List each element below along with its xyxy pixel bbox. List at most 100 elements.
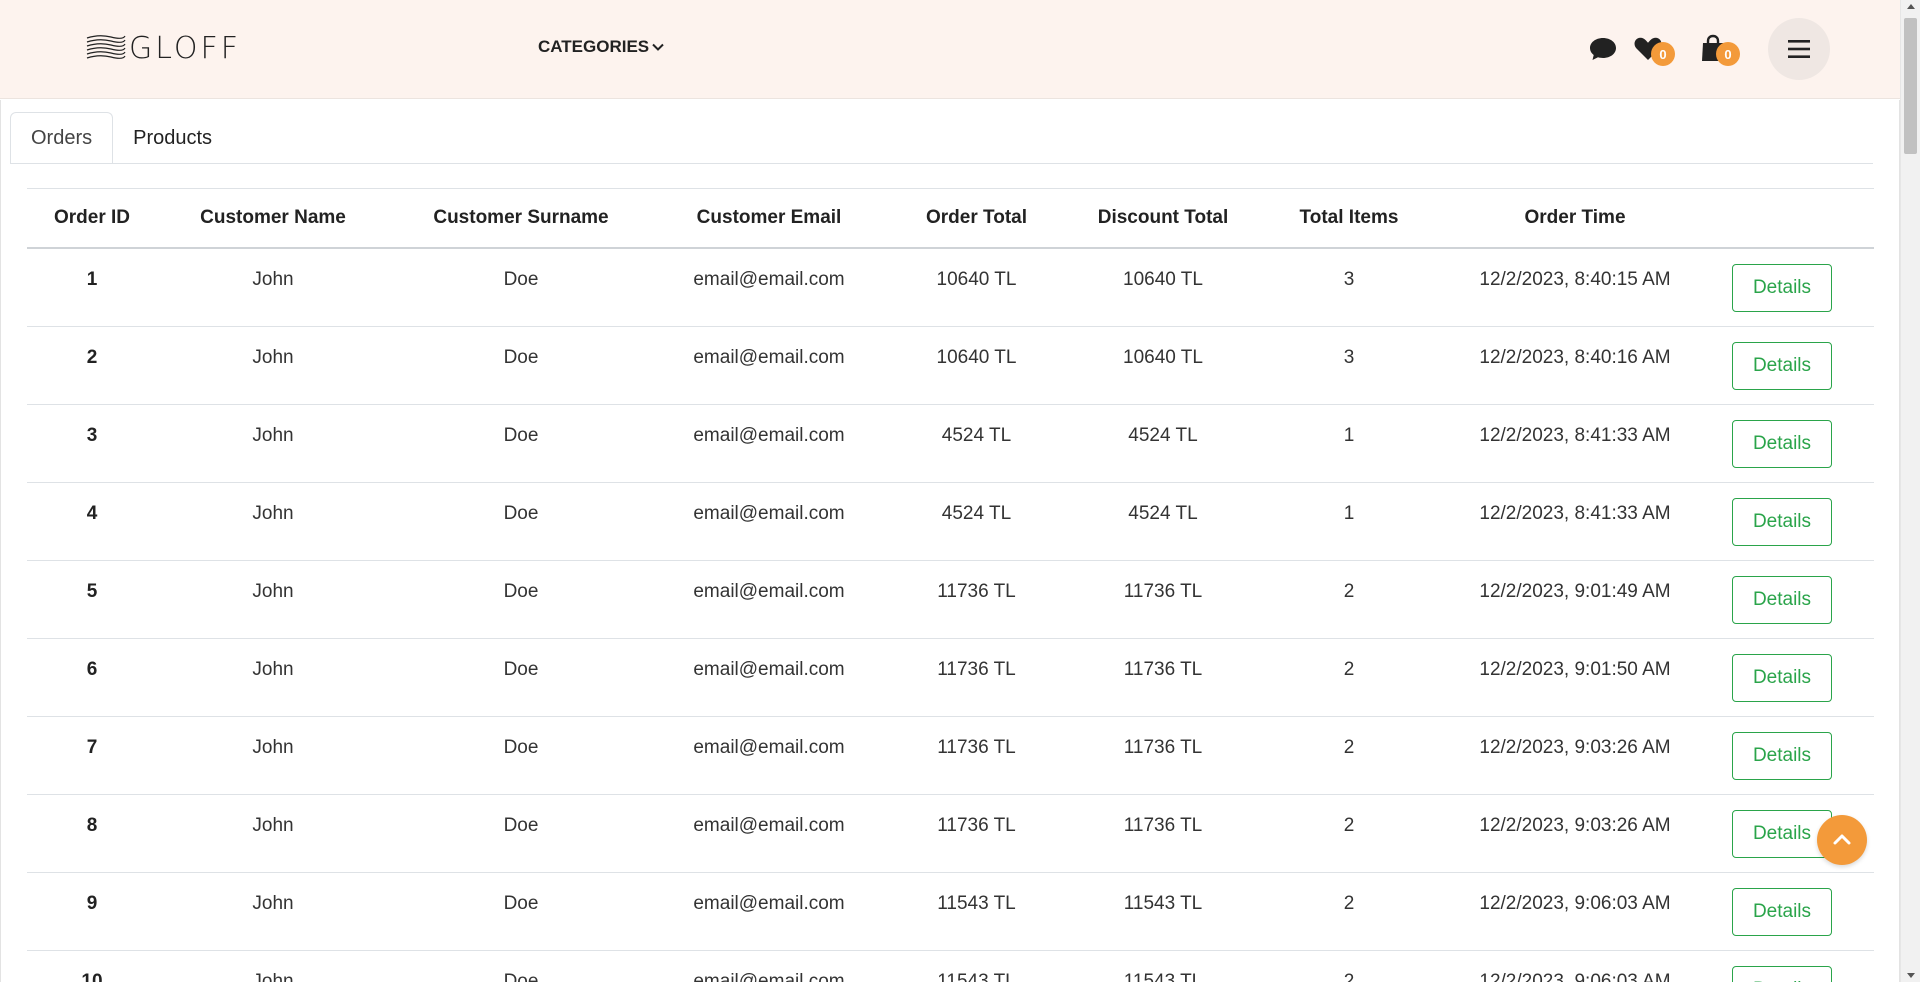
scroll-to-top-button[interactable]: [1817, 815, 1867, 865]
order-id-cell: 4: [86, 502, 98, 524]
total-items-cell: 2: [1343, 658, 1355, 680]
order-total-cell: 4524 TL: [941, 502, 1012, 524]
discount-total-cell: 11543 TL: [1123, 970, 1203, 982]
order-time-cell: 12/2/2023, 8:40:16 AM: [1479, 346, 1671, 368]
cart-button[interactable]: 0: [1697, 33, 1740, 66]
table-row: 7 John Doe email@email.com 11736 TL 11736 TL 2…: [27, 717, 1874, 795]
customer-name-cell: John: [252, 970, 294, 982]
order-time-cell: 12/2/2023, 9:03:26 AM: [1479, 814, 1671, 836]
discount-total-cell: 11736 TL: [1123, 580, 1203, 602]
details-button[interactable]: Details: [1732, 419, 1832, 468]
order-id-cell: 3: [86, 424, 98, 446]
order-time-cell: 12/2/2023, 8:41:33 AM: [1479, 424, 1671, 446]
customer-email-cell: email@email.com: [693, 814, 845, 836]
customer-email-cell: email@email.com: [693, 658, 845, 680]
order-id-cell: 2: [86, 346, 98, 368]
details-button[interactable]: Details: [1732, 575, 1832, 624]
actions-cell: Details: [1710, 958, 1854, 982]
details-button[interactable]: Details: [1732, 341, 1832, 390]
order-total-cell: 11543 TL: [937, 970, 1016, 982]
order-id-cell: 10: [81, 970, 103, 982]
order-id-cell: 8: [86, 814, 98, 836]
gloff-logo-icon: [86, 35, 126, 59]
details-button[interactable]: Details: [1732, 887, 1832, 936]
actions-cell: Details: [1710, 334, 1854, 390]
details-button[interactable]: Details: [1732, 497, 1832, 546]
chat-icon[interactable]: [1587, 33, 1619, 65]
customer-surname-cell: Doe: [503, 736, 539, 758]
customer-email-cell: email@email.com: [693, 502, 845, 524]
column-header-customer-surname: Customer Surname: [433, 207, 609, 228]
categories-dropdown[interactable]: CATEGORIES: [538, 37, 665, 57]
column-header-total-items: Total Items: [1299, 207, 1399, 228]
main-menu-button[interactable]: [1768, 18, 1830, 80]
customer-surname-cell: Doe: [503, 424, 539, 446]
details-button[interactable]: Details: [1732, 731, 1832, 780]
order-total-cell: 11736 TL: [937, 736, 1016, 758]
tab-products[interactable]: Products: [113, 112, 232, 164]
discount-total-cell: 11736 TL: [1123, 814, 1203, 836]
total-items-cell: 2: [1343, 814, 1355, 836]
customer-name-cell: John: [252, 346, 294, 368]
column-header-order-total: Order Total: [926, 207, 1027, 228]
table-row: 8 John Doe email@email.com 11736 TL 11736 TL 2…: [27, 795, 1874, 873]
customer-name-cell: John: [252, 892, 294, 914]
order-time-cell: 12/2/2023, 9:01:50 AM: [1479, 658, 1671, 680]
tab-bar: Orders Products: [10, 112, 232, 164]
details-button[interactable]: Details: [1732, 653, 1832, 702]
actions-cell: Details: [1710, 256, 1854, 312]
total-items-cell: 1: [1343, 424, 1355, 446]
page-scrollbar[interactable]: [1900, 0, 1920, 982]
discount-total-cell: 4524 TL: [1128, 424, 1198, 446]
tab-orders[interactable]: Orders: [10, 112, 114, 164]
table-body: 1 John Doe email@email.com 10640 TL 10640 TL 3…: [27, 249, 1874, 982]
order-id-cell: 5: [86, 580, 98, 602]
actions-cell: Details: [1710, 490, 1854, 546]
total-items-cell: 2: [1343, 736, 1355, 758]
table-row: 1 John Doe email@email.com 10640 TL 10640 TL 3…: [27, 249, 1874, 327]
customer-surname-cell: Doe: [503, 502, 539, 524]
customer-surname-cell: Doe: [503, 268, 539, 290]
scroll-down-arrow[interactable]: [1907, 973, 1915, 978]
actions-cell: Details: [1710, 412, 1854, 468]
order-total-cell: 11736 TL: [937, 580, 1016, 602]
table-row: 9 John Doe email@email.com 11543 TL 11543 TL 2…: [27, 873, 1874, 951]
customer-email-cell: email@email.com: [693, 424, 845, 446]
table-row: 2 John Doe email@email.com 10640 TL 10640 TL 3…: [27, 327, 1874, 405]
customer-name-cell: John: [252, 502, 294, 524]
actions-cell: Details: [1710, 724, 1854, 780]
table-header: Order ID Customer Name Customer Surname …: [27, 188, 1874, 249]
scroll-up-arrow[interactable]: [1907, 4, 1915, 9]
total-items-cell: 2: [1343, 892, 1355, 914]
table-row: 5 John Doe email@email.com 11736 TL 11736 TL 2…: [27, 561, 1874, 639]
logo-text: GLOFF: [129, 30, 242, 66]
wishlist-button[interactable]: 0: [1632, 33, 1675, 66]
total-items-cell: 1: [1343, 502, 1355, 524]
total-items-cell: 3: [1343, 268, 1355, 290]
scroll-thumb[interactable]: [1904, 18, 1917, 154]
customer-surname-cell: Doe: [503, 346, 539, 368]
customer-email-cell: email@email.com: [693, 736, 845, 758]
customer-name-cell: John: [252, 736, 294, 758]
details-button[interactable]: Details: [1732, 965, 1832, 982]
table-row: 10 John Doe email@email.com 11543 TL 11543 TL…: [27, 951, 1874, 982]
cart-count-badge: 0: [1716, 42, 1740, 66]
order-total-cell: 11736 TL: [937, 814, 1016, 836]
customer-email-cell: email@email.com: [693, 346, 845, 368]
customer-email-cell: email@email.com: [693, 268, 845, 290]
order-id-cell: 7: [86, 736, 98, 758]
customer-name-cell: John: [252, 268, 294, 290]
customer-email-cell: email@email.com: [693, 892, 845, 914]
customer-email-cell: email@email.com: [693, 580, 845, 602]
order-time-cell: 12/2/2023, 9:06:03 AM: [1479, 892, 1671, 914]
actions-cell: Details: [1710, 880, 1854, 936]
details-button[interactable]: Details: [1732, 263, 1832, 312]
customer-name-cell: John: [252, 580, 294, 602]
tab-divider: [10, 163, 1873, 164]
discount-total-cell: 11736 TL: [1123, 658, 1203, 680]
logo[interactable]: GLOFF: [85, 30, 242, 66]
discount-total-cell: 11543 TL: [1123, 892, 1203, 914]
column-header-customer-email: Customer Email: [696, 207, 842, 228]
admin-panel: Orders Products Order ID Customer Name C…: [0, 100, 1900, 982]
total-items-cell: 2: [1343, 970, 1355, 982]
